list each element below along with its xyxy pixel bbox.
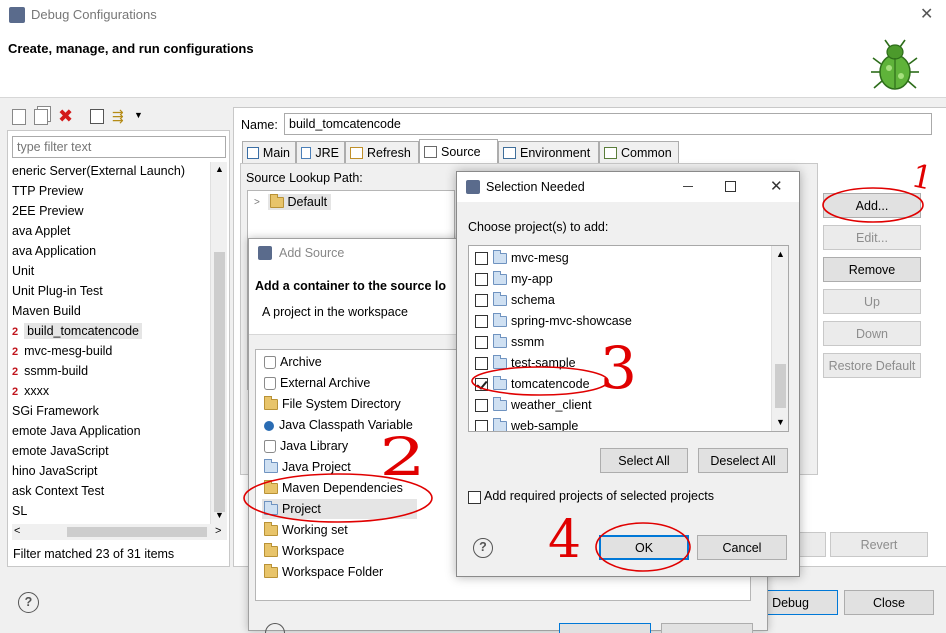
annotation-circle-tomcatencode [471,366,609,396]
annotation-4: 4 [548,510,582,570]
annotation-2: 2 [379,428,426,488]
annotation-overlay [243,187,924,572]
annotation-3: 3 [600,334,637,402]
annotation-circle-ok [595,522,691,572]
